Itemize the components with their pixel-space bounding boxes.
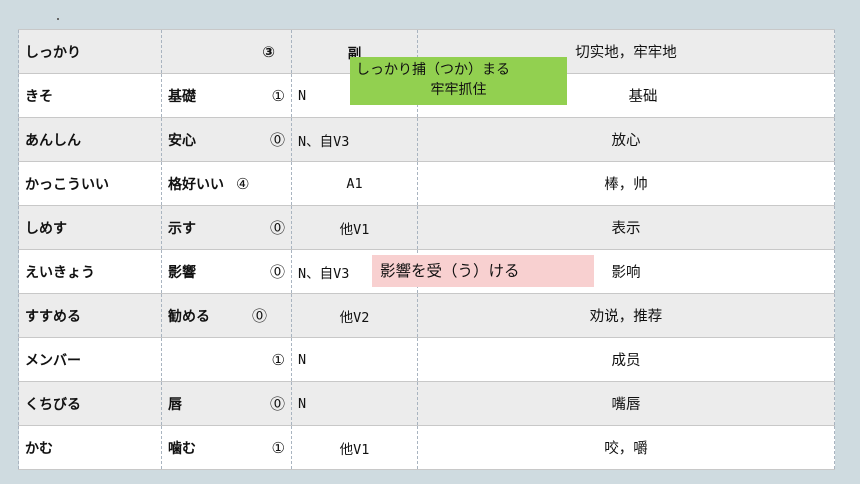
pos-cell: 他V2: [291, 293, 418, 338]
reading-cell: すすめる: [18, 293, 162, 338]
table-row: すすめる 勧める ⓪ 他V2 劝说，推荐: [18, 293, 835, 338]
accent-mark: ⓪: [269, 131, 285, 149]
pos-cell: N、自V3: [291, 117, 418, 162]
accent-mark: ⓪: [269, 219, 285, 237]
kanji-cell: 噛む ①: [161, 425, 292, 470]
kanji-text: 噛む: [168, 440, 196, 457]
kanji-cell: 示す ⓪: [161, 205, 292, 250]
meaning-cell: 咬，嚼: [417, 425, 835, 470]
kanji-text: 勧める: [168, 308, 210, 325]
reading-cell: かむ: [18, 425, 162, 470]
kanji-text: 安心: [168, 132, 196, 149]
meaning-cell: 放心: [417, 117, 835, 162]
table-row: メンバー ① N 成员: [18, 337, 835, 382]
table-row: しめす 示す ⓪ 他V1 表示: [18, 205, 835, 250]
pos-cell: N: [291, 381, 418, 426]
kanji-cell: 基礎 ①: [161, 73, 292, 118]
accent-mark: ⓪: [251, 307, 267, 325]
accent-mark: ④: [236, 174, 250, 193]
annotation-green-line1: しっかり捕（つか）まる: [356, 62, 510, 78]
reading-cell: かっこういい: [18, 161, 162, 206]
kanji-text: 示す: [168, 220, 196, 237]
accent-mark: ⓪: [269, 395, 285, 413]
accent-mark: ⓪: [269, 263, 285, 281]
kanji-cell: 勧める ⓪: [161, 293, 292, 338]
kanji-cell: 格好いい ④: [161, 161, 292, 206]
reading-cell: くちびる: [18, 381, 162, 426]
kanji-cell: ①: [161, 337, 292, 382]
meaning-cell: 劝说，推荐: [417, 293, 835, 338]
table-row: あんしん 安心 ⓪ N、自V3 放心: [18, 117, 835, 162]
reading-cell: メンバー: [18, 337, 162, 382]
reading-cell: きそ: [18, 73, 162, 118]
table-row: くちびる 唇⓪ N 嘴唇: [18, 381, 835, 426]
table-row: かっこういい 格好いい ④ A1 棒，帅: [18, 161, 835, 206]
accent-mark: ①: [271, 350, 285, 369]
table-row: かむ 噛む ① 他V1 咬，嚼: [18, 425, 835, 470]
meaning-cell: 嘴唇: [417, 381, 835, 426]
kanji-text: 影響: [168, 264, 196, 281]
kanji-cell: 影響 ⓪: [161, 249, 292, 294]
meaning-cell: 表示: [417, 205, 835, 250]
reading-cell: えいきょう: [18, 249, 162, 294]
meaning-cell: 棒，帅: [417, 161, 835, 206]
annotation-green-line2: 牢牢抓住: [430, 82, 487, 98]
pos-cell: 他V1: [291, 425, 418, 470]
kanji-cell: 安心 ⓪: [161, 117, 292, 162]
meaning-cell: 成员: [417, 337, 835, 382]
kanji-text: 基礎: [168, 88, 196, 105]
reading-cell: しっかり: [18, 29, 162, 74]
kanji-cell: 唇⓪: [161, 381, 292, 426]
annotation-green: しっかり捕（つか）まる 牢牢抓住: [350, 57, 567, 105]
decorative-dot: [57, 18, 59, 20]
accent-mark: ③: [262, 42, 275, 61]
pos-cell: A1: [291, 161, 418, 206]
accent-mark: ①: [271, 86, 285, 105]
reading-cell: あんしん: [18, 117, 162, 162]
pos-cell: 他V1: [291, 205, 418, 250]
pos-cell: N: [291, 337, 418, 382]
kanji-text: 唇: [168, 396, 182, 413]
reading-cell: しめす: [18, 205, 162, 250]
kanji-cell: ③: [161, 29, 292, 74]
accent-mark: ①: [271, 438, 285, 457]
annotation-pink: 影響を受（う）ける: [372, 255, 594, 287]
kanji-text: 格好いい: [168, 176, 224, 193]
